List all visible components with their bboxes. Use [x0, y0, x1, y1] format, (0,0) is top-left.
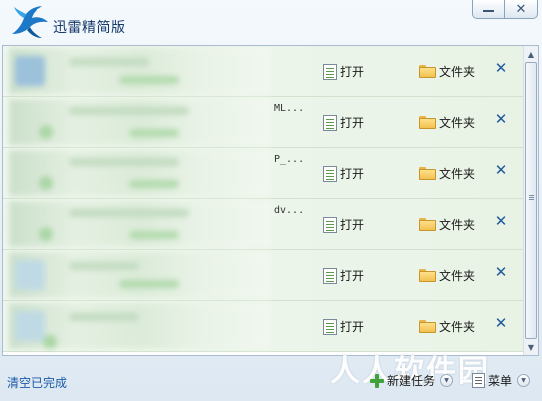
minimize-icon — [483, 10, 494, 12]
remove-task-icon[interactable]: ✕ — [494, 314, 508, 332]
chevron-down-icon[interactable]: ▼ — [517, 374, 531, 387]
folder-icon — [419, 320, 436, 333]
grip-icon — [529, 195, 534, 196]
download-list: 打开 文件夹 ✕ ML... 打开 文件夹 ✕ P_... 打开 文件夹 ✕ d… — [3, 46, 524, 355]
new-task-label: 新建任务 — [387, 374, 436, 388]
blurred-task-info — [9, 252, 271, 298]
blurred-task-info — [9, 99, 271, 145]
window-controls: ✕ — [472, 0, 538, 19]
download-row[interactable]: 打开 文件夹 ✕ — [3, 250, 524, 301]
blurred-task-info — [9, 201, 271, 247]
open-folder-button[interactable]: 文件夹 — [419, 267, 475, 284]
folder-icon — [419, 269, 436, 282]
open-file-button[interactable]: 打开 — [323, 318, 364, 335]
blurred-task-info — [9, 303, 271, 349]
close-icon: ✕ — [515, 1, 527, 17]
title-bar[interactable]: 迅雷精简版 ✕ — [0, 0, 542, 44]
plus-icon — [370, 373, 384, 388]
minimize-button[interactable] — [472, 0, 505, 19]
document-icon — [323, 165, 337, 182]
open-folder-button[interactable]: 文件夹 — [419, 114, 475, 131]
download-row[interactable]: ML... 打开 文件夹 ✕ — [3, 97, 524, 148]
download-row[interactable]: 打开 文件夹 ✕ — [3, 46, 524, 97]
open-file-button[interactable]: 打开 — [323, 63, 364, 80]
chevron-down-icon[interactable]: ▼ — [440, 374, 454, 387]
folder-icon — [419, 167, 436, 180]
file-name-fragment: ML... — [274, 103, 305, 114]
download-row[interactable]: P_... 打开 文件夹 ✕ — [3, 148, 524, 199]
remove-task-icon[interactable]: ✕ — [494, 59, 508, 77]
clear-completed-link[interactable]: 清空已完成 — [7, 374, 67, 391]
app-window: 迅雷精简版 ✕ 打开 文件夹 ✕ ML... 打开 文件夹 ✕ P_... 打开… — [0, 0, 542, 401]
menu-button[interactable]: 菜单 ▼ — [472, 372, 531, 389]
folder-icon — [419, 218, 436, 231]
document-icon — [323, 318, 337, 335]
menu-label: 菜单 — [488, 374, 513, 388]
open-folder-button[interactable]: 文件夹 — [419, 216, 475, 233]
file-name-fragment: dv... — [274, 205, 305, 216]
hummingbird-logo-icon — [12, 6, 48, 38]
open-folder-button[interactable]: 文件夹 — [419, 318, 475, 335]
download-row[interactable]: dv... 打开 文件夹 ✕ — [3, 199, 524, 250]
remove-task-icon[interactable]: ✕ — [494, 212, 508, 230]
remove-task-icon[interactable]: ✕ — [494, 161, 508, 179]
document-icon — [323, 114, 337, 131]
vertical-scrollbar[interactable]: ▲ ▼ — [523, 46, 538, 355]
scrollbar-thumb[interactable] — [525, 62, 537, 339]
folder-icon — [419, 116, 436, 129]
download-list-panel: 打开 文件夹 ✕ ML... 打开 文件夹 ✕ P_... 打开 文件夹 ✕ d… — [2, 45, 539, 356]
menu-list-icon — [472, 373, 485, 388]
open-folder-button[interactable]: 文件夹 — [419, 63, 475, 80]
new-task-button[interactable]: 新建任务 ▼ — [370, 372, 454, 389]
open-file-button[interactable]: 打开 — [323, 114, 364, 131]
document-icon — [323, 267, 337, 284]
document-icon — [323, 216, 337, 233]
remove-task-icon[interactable]: ✕ — [494, 263, 508, 281]
open-file-button[interactable]: 打开 — [323, 267, 364, 284]
scroll-down-arrow-icon[interactable]: ▼ — [525, 340, 537, 354]
close-window-button[interactable]: ✕ — [505, 0, 538, 19]
download-row[interactable]: 打开 文件夹 ✕ — [3, 301, 524, 352]
file-name-fragment: P_... — [274, 154, 305, 165]
blurred-task-info — [9, 48, 271, 94]
open-file-button[interactable]: 打开 — [323, 216, 364, 233]
blurred-task-info — [9, 150, 271, 196]
remove-task-icon[interactable]: ✕ — [494, 110, 508, 128]
window-title: 迅雷精简版 — [53, 20, 126, 36]
document-icon — [323, 63, 337, 80]
folder-icon — [419, 65, 436, 78]
scroll-up-arrow-icon[interactable]: ▲ — [525, 47, 537, 61]
open-folder-button[interactable]: 文件夹 — [419, 165, 475, 182]
open-file-button[interactable]: 打开 — [323, 165, 364, 182]
